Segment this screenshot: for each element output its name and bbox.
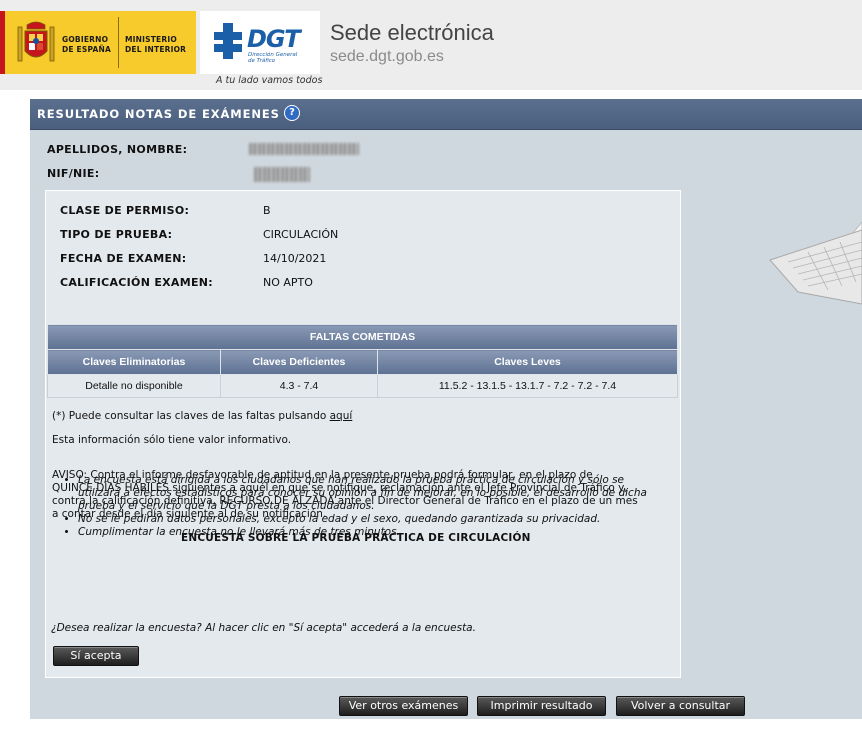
question-icon[interactable]: ? [284, 105, 300, 121]
col-deficientes: Claves Deficientes [220, 349, 378, 375]
results-panel: RESULTADO NOTAS DE EXÁMENES ? APELLIDOS,… [30, 99, 862, 719]
calificacion-value: NO APTO [263, 276, 313, 289]
redacted-name [249, 143, 359, 155]
col-leves: Claves Leves [377, 349, 678, 375]
tagline: A tu lado vamos todos [216, 75, 323, 86]
faltas-title: FALTAS COMETIDAS [47, 324, 678, 350]
list-item: No se le pedirán datos personales, excep… [78, 513, 668, 526]
col-eliminatorias: Claves Eliminatorias [47, 349, 221, 375]
survey-bullets: La encuesta está dirigida a los ciudadan… [64, 474, 668, 539]
cell-eliminatorias: Detalle no disponible [47, 374, 221, 398]
informative-text: Esta información sólo tiene valor inform… [52, 434, 292, 446]
fecha-value: 14/10/2021 [263, 252, 327, 265]
survey-question: ¿Desea realizar la encuesta? Al hacer cl… [51, 622, 476, 634]
panel-title: RESULTADO NOTAS DE EXÁMENES [37, 107, 280, 121]
tipo-value: CIRCULACIÓN [263, 228, 339, 241]
sede-url[interactable]: sede.dgt.gob.es [330, 48, 444, 66]
print-result-button[interactable]: Imprimir resultado [477, 696, 606, 716]
exam-details-box: CLASE DE PERMISO: B TIPO DE PRUEBA: CIRC… [45, 190, 681, 678]
laptop-icon [769, 221, 862, 305]
aqui-link[interactable]: aquí [330, 410, 353, 422]
redacted-nif [254, 167, 310, 182]
cell-leves: 11.5.2 - 13.1.5 - 13.1.7 - 7.2 - 7.2 - 7… [377, 374, 678, 398]
table-row: Detalle no disponible 4.3 - 7.4 11.5.2 -… [47, 374, 678, 398]
dgt-subtitle: Dirección General de Tráfico [248, 52, 298, 64]
consult-prefix: (*) Puede consultar las claves de las fa… [52, 410, 330, 422]
other-exams-button[interactable]: Ver otros exámenes [339, 696, 468, 716]
logo-divider [118, 17, 119, 68]
consult-text: (*) Puede consultar las claves de las fa… [52, 410, 352, 423]
panel-header: RESULTADO NOTAS DE EXÁMENES ? [30, 99, 862, 130]
fecha-label: FECHA DE EXAMEN: [60, 252, 187, 265]
gobierno-logo[interactable]: GOBIERNO DE ESPAÑA MINISTERIO DEL INTERI… [0, 11, 196, 74]
cell-deficientes: 4.3 - 7.4 [220, 374, 378, 398]
list-item: Cumplimentar la encuesta no le llevará m… [78, 526, 668, 539]
tipo-label: TIPO DE PRUEBA: [60, 228, 173, 241]
accept-survey-button[interactable]: Sí acepta [53, 646, 139, 666]
ministerio-text: MINISTERIO DEL INTERIOR [125, 35, 187, 54]
nif-label: NIF/NIE: [47, 167, 100, 180]
site-header: GOBIERNO DE ESPAÑA MINISTERIO DEL INTERI… [0, 0, 862, 90]
calificacion-label: CALIFICACIÓN EXAMEN: [60, 276, 214, 289]
sede-title: Sede electrónica [330, 20, 494, 45]
faltas-table: FALTAS COMETIDAS Claves Eliminatorias Cl… [47, 324, 678, 398]
dgt-wordmark: DGT [247, 25, 301, 53]
back-button[interactable]: Volver a consultar [616, 696, 745, 716]
name-label: APELLIDOS, NOMBRE: [47, 143, 188, 156]
list-item: La encuesta está dirigida a los ciudadan… [78, 474, 668, 513]
permiso-value: B [263, 204, 271, 217]
dgt-logo[interactable]: DGT Dirección General de Tráfico [200, 11, 320, 74]
permiso-label: CLASE DE PERMISO: [60, 204, 190, 217]
gobierno-text: GOBIERNO DE ESPAÑA [62, 35, 111, 54]
spain-crest-icon [17, 21, 55, 62]
dgt-mark-icon [214, 23, 247, 59]
